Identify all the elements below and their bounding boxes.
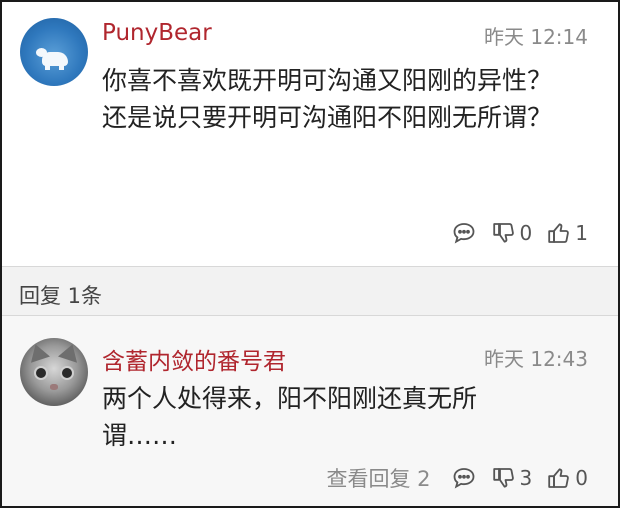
cat-eye-icon [60,366,74,380]
comment-actions: 0 1 [451,219,588,247]
like-button[interactable]: 1 [546,220,588,246]
like-button[interactable]: 0 [546,465,588,491]
reply-text: 两个人处得来，阳不阳刚还真无所谓…… [102,384,478,450]
dislike-button[interactable]: 3 [491,465,533,491]
dislike-count: 0 [519,221,533,245]
dislike-button[interactable]: 0 [491,220,533,246]
thumbs-down-icon [492,223,514,243]
like-count: 0 [575,466,588,490]
comment-text: 你喜不喜欢既开明可沟通又阳刚的异性？ 还是说只要开明可沟通阳不阳刚无所谓？ [102,66,553,132]
thumbs-up-icon [548,223,570,243]
cat-nose-icon [50,384,58,390]
thumbs-down-icon [492,468,514,488]
cat-eye-icon [34,366,48,380]
reply-actions: 查看回复 2 3 0 [326,464,588,492]
reply-timestamp: 昨天 12:43 [484,347,588,371]
avatar[interactable] [20,18,88,86]
view-replies-link[interactable]: 查看回复 2 [326,463,430,493]
thumbs-up-icon [548,468,570,488]
comment-username[interactable]: PunyBear [102,20,212,46]
reply-bubble-icon [453,223,474,244]
replies-count-label: 回复 1条 [19,284,103,308]
main-comment: PunyBear 昨天 12:14 你喜不喜欢既开明可沟通又阳刚的异性？ 还是说… [2,2,618,266]
replies-header: 回复 1条 [2,266,618,316]
like-count: 1 [575,221,588,245]
reply-button[interactable] [451,220,477,246]
comment-timestamp: 昨天 12:14 [484,25,588,49]
reply-bubble-icon [453,468,474,489]
reply-comment: 含蓄内敛的番号君 昨天 12:43 两个人处得来，阳不阳刚还真无所谓…… 查看回… [2,316,618,506]
reply-button[interactable] [451,465,477,491]
polar-bear-icon [36,48,68,70]
cat-ear-icon [58,341,82,363]
cat-ear-icon [26,341,50,363]
dislike-count: 3 [519,466,533,490]
avatar[interactable] [20,338,88,406]
comment-thread: PunyBear 昨天 12:14 你喜不喜欢既开明可沟通又阳刚的异性？ 还是说… [0,0,620,508]
reply-username[interactable]: 含蓄内敛的番号君 [102,342,286,376]
